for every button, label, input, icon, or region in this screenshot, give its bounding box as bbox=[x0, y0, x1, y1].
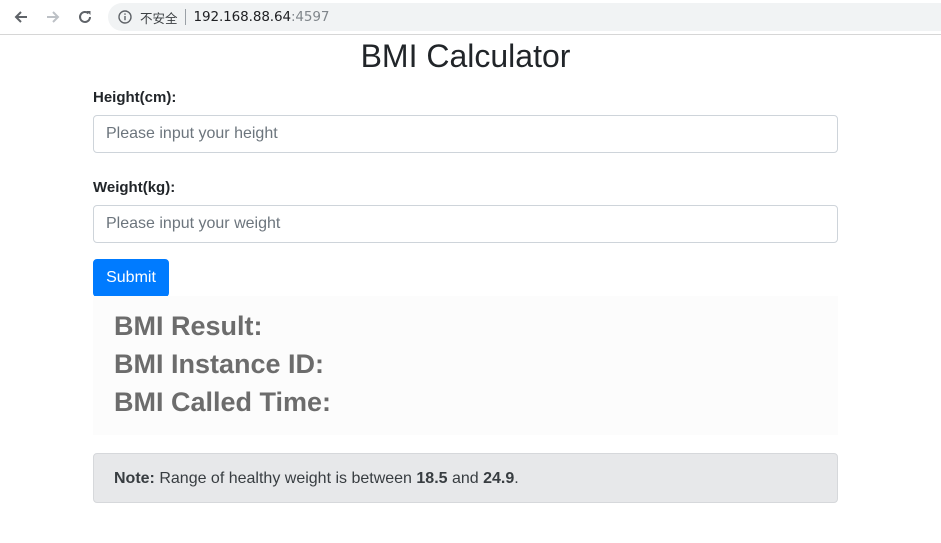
url-host: 192.168.88.64 bbox=[193, 9, 292, 25]
bmi-result-label: BMI Result: bbox=[114, 311, 263, 341]
url-port: :4597 bbox=[290, 9, 330, 25]
submit-button[interactable]: Submit bbox=[93, 259, 169, 297]
page-title: BMI Calculator bbox=[360, 38, 571, 74]
reload-button[interactable] bbox=[73, 5, 97, 29]
result-panel: BMI Result: BMI Instance ID: BMI Called … bbox=[93, 296, 838, 435]
arrow-left-icon bbox=[14, 11, 27, 23]
forward-button[interactable] bbox=[41, 5, 65, 29]
note-text-3: . bbox=[514, 470, 519, 487]
weight-label: Weight(kg): bbox=[93, 179, 176, 196]
note-text-1: Range of healthy weight is between bbox=[154, 470, 417, 487]
healthy-range-note: Note: Range of healthy weight is between… bbox=[93, 453, 838, 503]
address-bar[interactable]: 不安全 192.168.88.64:4597 bbox=[108, 3, 941, 31]
note-high-value: 24.9 bbox=[483, 470, 515, 487]
arrow-right-icon bbox=[47, 11, 60, 23]
address-divider bbox=[184, 9, 186, 25]
height-input[interactable] bbox=[93, 115, 838, 153]
note-prefix: Note: bbox=[114, 470, 155, 487]
note-low-value: 18.5 bbox=[416, 470, 448, 487]
weight-input[interactable] bbox=[93, 205, 838, 243]
info-circle-icon[interactable] bbox=[117, 9, 133, 25]
height-label: Height(cm): bbox=[93, 89, 177, 106]
bmi-instance-id-label: BMI Instance ID: bbox=[114, 349, 325, 379]
url-text[interactable]: 192.168.88.64:4597 bbox=[194, 9, 330, 25]
bmi-called-time-label: BMI Called Time: bbox=[114, 387, 332, 417]
reload-icon bbox=[79, 10, 91, 23]
back-button[interactable] bbox=[9, 5, 33, 29]
security-label[interactable]: 不安全 bbox=[140, 8, 178, 27]
browser-toolbar: 不安全 192.168.88.64:4597 bbox=[0, 0, 941, 35]
note-text-2: and bbox=[447, 470, 484, 487]
